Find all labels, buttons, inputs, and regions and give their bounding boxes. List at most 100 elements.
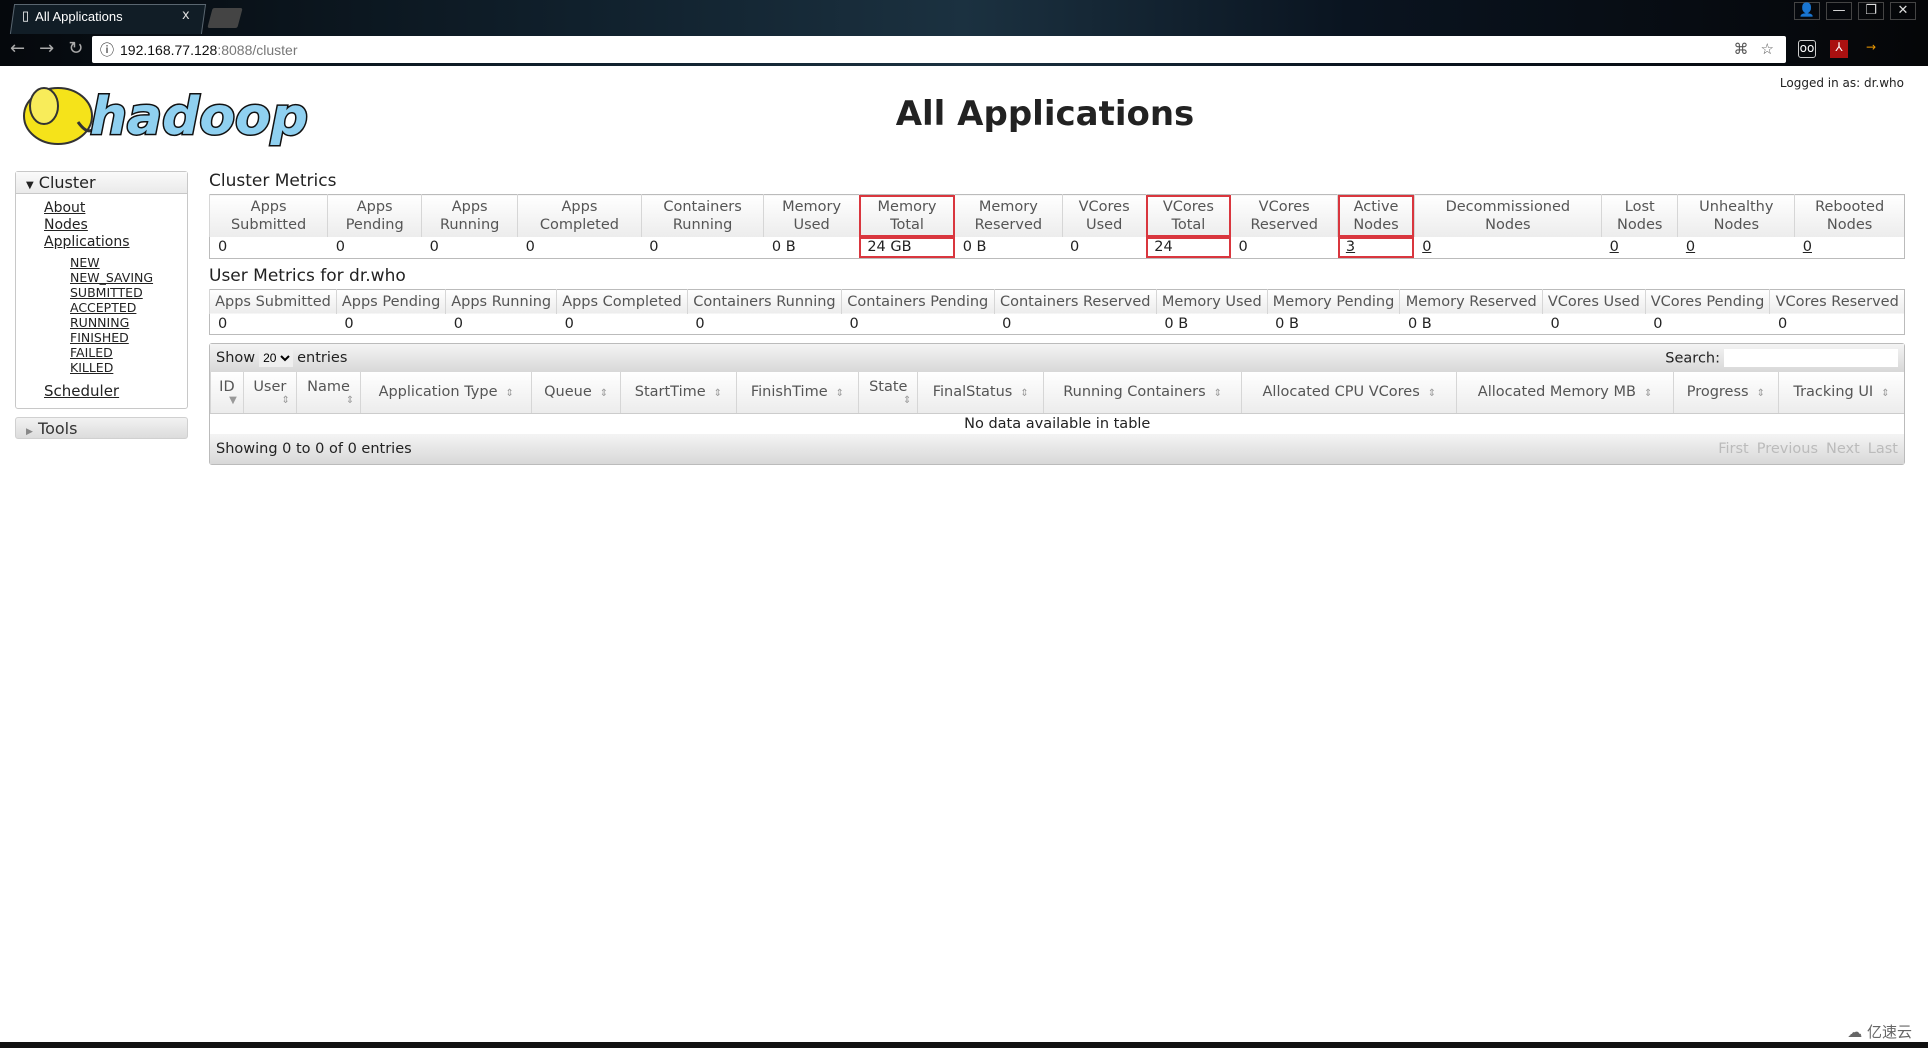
header-line: Apps — [561, 199, 598, 215]
column-label: Allocated Memory MB — [1477, 384, 1636, 401]
sort-icon: ⇕ — [1020, 388, 1029, 400]
entries-select[interactable]: 20 — [259, 349, 294, 367]
sidebar-link-accepted[interactable]: ACCEPTED — [70, 300, 187, 315]
sidebar-link-scheduler[interactable]: Scheduler — [44, 383, 187, 400]
sort-icon: ⇕ — [903, 394, 912, 406]
reload-icon[interactable]: ↻ — [68, 38, 83, 59]
node-count-link[interactable]: 0 — [1686, 239, 1695, 255]
caret-down-icon: ▼ — [26, 180, 34, 191]
sidebar-link-about[interactable]: About — [44, 200, 187, 217]
cluster-metric-value: 0 — [1238, 239, 1248, 256]
user-metric-header: VCores Used — [1541, 289, 1646, 314]
pager-last[interactable]: Last — [1868, 441, 1898, 457]
column-label: Name — [307, 378, 350, 395]
cluster-metric-value: 0 — [1678, 237, 1795, 258]
arrow-extension-icon[interactable]: → — [1862, 40, 1880, 58]
tab-close-icon[interactable]: x — [182, 8, 190, 23]
column-header[interactable]: Queue ⇕ — [531, 372, 621, 414]
node-count-link[interactable]: 3 — [1346, 239, 1355, 255]
header-line: Decommissioned — [1445, 199, 1571, 215]
user-metric-header: Apps Running — [445, 289, 557, 314]
header-line: Rebooted — [1815, 199, 1885, 215]
sidebar-link-finished[interactable]: FINISHED — [70, 330, 187, 345]
bookmark-star-icon[interactable]: ☆ — [1761, 40, 1774, 58]
column-header[interactable]: FinishTime ⇕ — [735, 372, 859, 414]
column-header[interactable]: Progress ⇕ — [1672, 372, 1779, 414]
sidebar-link-new-saving[interactable]: NEW_SAVING — [70, 270, 187, 285]
close-window-icon[interactable]: ✕ — [1890, 2, 1916, 20]
user-metrics-table: Apps Submitted Apps Pending Apps Running Ap… — [209, 288, 1905, 335]
sidebar-link-running[interactable]: RUNNING — [70, 315, 187, 330]
sort-icon: ⇕ — [713, 388, 723, 400]
column-header[interactable]: FinalStatus ⇕ — [917, 372, 1044, 414]
header-line: Active — [1353, 199, 1399, 215]
cluster-metric-value: 3 — [1337, 237, 1415, 258]
back-icon[interactable]: ← — [10, 38, 25, 59]
address-bar[interactable]: ⓘ 192.168.77.128:8088/cluster ⌘ ☆ — [92, 36, 1786, 63]
header-line: VCores — [1162, 199, 1214, 215]
browser-chrome: ▯ All Applications x 👤 — ❐ ✕ ← → ↻ ⓘ 192.168.77… — [0, 0, 1928, 66]
cluster-metric-header: VCores Reserved — [1230, 194, 1338, 237]
info-icon[interactable]: ⓘ — [100, 40, 114, 60]
column-header[interactable]: User ⇕ — [242, 372, 297, 414]
node-count-link[interactable]: 0 — [1610, 239, 1619, 255]
cluster-metric-header: Rebooted Nodes — [1794, 194, 1905, 237]
column-label: Running Containers — [1063, 384, 1206, 401]
column-header[interactable]: Allocated CPU VCores ⇕ — [1241, 372, 1457, 414]
column-label: ID — [219, 378, 235, 395]
restore-icon[interactable]: ❐ — [1858, 2, 1884, 20]
cluster-metric-header: Apps Completed — [517, 194, 642, 237]
pager-previous[interactable]: Previous — [1757, 441, 1818, 457]
new-tab-button[interactable] — [207, 8, 243, 28]
cluster-metric-value: 0 — [525, 239, 535, 256]
applications-table: ID ▼ User ⇕ Name ⇕ Application Type ⇕ Queue ⇕ Star… — [210, 372, 1904, 434]
cluster-metric-value: 0 — [649, 239, 659, 256]
node-count-link[interactable]: 0 — [1803, 239, 1812, 255]
extension-icon[interactable]: oo — [1798, 40, 1816, 58]
minimize-icon[interactable]: — — [1826, 2, 1852, 20]
user-metric-header: Memory Used — [1155, 289, 1268, 314]
profile-icon[interactable]: 👤 — [1794, 2, 1820, 20]
column-header[interactable]: ID ▼ — [210, 372, 244, 414]
sidebar-link-failed[interactable]: FAILED — [70, 345, 187, 360]
sidebar-link-submitted[interactable]: SUBMITTED — [70, 285, 187, 300]
forward-icon[interactable]: → — [39, 38, 54, 59]
empty-row: No data available in table — [211, 413, 1905, 434]
user-metric-value: 0 — [344, 315, 354, 332]
user-metric-value: 0 — [1777, 315, 1788, 332]
cluster-header[interactable]: ▼ Cluster — [16, 172, 187, 194]
entries-label: entries — [297, 350, 348, 366]
pagination: First Previous Next Last — [1718, 441, 1898, 457]
taskbar-strip — [0, 1042, 1928, 1048]
column-header[interactable]: Allocated Memory MB ⇕ — [1456, 372, 1674, 414]
tab-title: All Applications — [35, 8, 123, 24]
search-input[interactable] — [1724, 349, 1898, 367]
column-header[interactable]: Name ⇕ — [295, 372, 361, 414]
sort-icon: ▼ — [229, 394, 237, 406]
node-count-link[interactable]: 0 — [1422, 239, 1431, 255]
column-header[interactable]: StartTime ⇕ — [620, 372, 737, 414]
sidebar-link-applications[interactable]: Applications — [44, 234, 187, 251]
column-header[interactable]: State ⇕ — [858, 372, 918, 414]
pager-first[interactable]: First — [1718, 441, 1749, 457]
sort-icon: ⇕ — [281, 394, 290, 406]
header-line: Running — [672, 217, 733, 233]
header-line: Completed — [539, 217, 619, 233]
watermark-text: 亿速云 — [1866, 1023, 1912, 1041]
pdf-icon[interactable]: ⅄ — [1830, 40, 1848, 58]
sidebar-link-killed[interactable]: KILLED — [70, 360, 187, 375]
column-header[interactable]: Running Containers ⇕ — [1043, 372, 1242, 414]
sidebar: ▼ Cluster About Nodes Applications NEW N… — [15, 171, 188, 439]
column-header[interactable]: Tracking UI ⇕ — [1777, 372, 1904, 414]
tools-section[interactable]: ▶ Tools — [15, 417, 188, 439]
header-line: Reserved — [1250, 217, 1318, 233]
translate-icon[interactable]: ⌘ — [1734, 40, 1749, 58]
header-line: Used — [793, 217, 830, 233]
sidebar-link-nodes[interactable]: Nodes — [44, 217, 187, 234]
sidebar-link-new[interactable]: NEW — [70, 255, 187, 270]
header-line: Nodes — [1617, 217, 1663, 233]
column-header[interactable]: Application Type ⇕ — [360, 372, 532, 414]
user-metric-value: 0 — [1653, 315, 1663, 332]
pager-next[interactable]: Next — [1826, 441, 1860, 457]
cluster-metric-header: Memory Reserved — [954, 194, 1063, 237]
